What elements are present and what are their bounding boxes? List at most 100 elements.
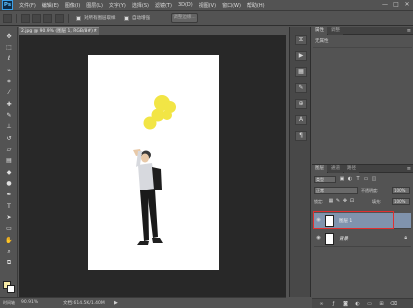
crop-icon[interactable]: ⌗ xyxy=(4,78,14,86)
blur-icon[interactable]: ◆ xyxy=(4,169,14,177)
filter-shape-icon[interactable]: ▭ xyxy=(363,176,369,183)
menu-image[interactable]: 图像(I) xyxy=(65,2,80,9)
eyedropper-icon[interactable]: ⁄ xyxy=(4,89,14,97)
document-info: 文档:614.5K/1.40M xyxy=(63,301,105,306)
auto-enhance-checkbox[interactable] xyxy=(124,16,129,21)
document-canvas[interactable] xyxy=(88,55,219,270)
tab-layers[interactable]: 图层 xyxy=(312,165,327,173)
properties-menu-icon[interactable]: ≡ xyxy=(407,27,411,35)
lock-row: 锁定: ▦ ✎ ✥ ⊡ 填充: 100% xyxy=(314,197,411,206)
add-selection-brush-icon[interactable] xyxy=(32,14,41,23)
auto-enhance-label: 自动增强 xyxy=(132,16,150,21)
brush-panel-icon[interactable]: ✎ xyxy=(295,83,307,93)
layer-row-background[interactable]: ◉ 背景 🔒︎ xyxy=(314,231,411,247)
trash-icon[interactable]: ⌫ xyxy=(390,301,397,308)
refine-edge-button[interactable]: 调整边缘... xyxy=(171,13,198,23)
opacity-input[interactable]: 100% xyxy=(392,187,410,194)
layers-menu-icon[interactable]: ≡ xyxy=(407,165,411,173)
layers-tabbar: 图层 通道 路径 ≡ xyxy=(312,165,413,173)
filter-adjust-icon[interactable]: ◐ xyxy=(347,176,353,183)
new-selection-brush-icon[interactable] xyxy=(21,14,30,23)
subtract-selection-brush-icon[interactable] xyxy=(43,14,52,23)
clone-source-icon[interactable]: ⊕ xyxy=(295,99,307,109)
close-button[interactable]: ✕ xyxy=(403,1,411,9)
layer-filter-row: 类型 ▣ ◐ T ▭ ◫ xyxy=(314,175,411,184)
menu-filter[interactable]: 滤镜(T) xyxy=(155,2,172,9)
pen-icon[interactable]: ✒ xyxy=(4,191,14,199)
layers-panel: 图层 通道 路径 ≡ 类型 ▣ ◐ T ▭ ◫ 正常 不透明度: 100% 锁定… xyxy=(312,164,413,308)
document-tab[interactable]: 2.jpg @ 90.9% (图层 1, RGB/8#) * × xyxy=(19,27,99,35)
layer-filter-select[interactable]: 类型 xyxy=(314,176,336,183)
brush-icon[interactable]: ✎ xyxy=(4,112,14,120)
new-layer-icon[interactable]: ⊞ xyxy=(378,301,385,308)
menu-help[interactable]: 帮助(H) xyxy=(247,2,265,9)
character-panel-icon[interactable]: A xyxy=(295,115,307,125)
marquee-icon[interactable]: ⬚ xyxy=(4,44,14,52)
swatches-panel-icon[interactable]: ▦ xyxy=(295,67,307,77)
filter-pixel-icon[interactable]: ▣ xyxy=(339,176,345,183)
filter-type-icon[interactable]: T xyxy=(355,176,361,183)
sample-all-layers-checkbox[interactable] xyxy=(76,16,81,21)
fill-input[interactable]: 100% xyxy=(392,198,410,205)
healing-icon[interactable]: ✚ xyxy=(4,101,14,109)
visibility-eye-icon[interactable]: ◉ xyxy=(315,235,322,242)
tab-channels[interactable]: 通道 xyxy=(328,165,343,173)
status-menu-arrow-icon[interactable]: ▶ xyxy=(114,300,118,306)
hand-icon[interactable]: ✋ xyxy=(4,237,14,245)
blend-row: 正常 不透明度: 100% xyxy=(314,186,411,195)
link-icon[interactable]: ∞ xyxy=(318,301,325,308)
lock-all-icon[interactable]: ⊡ xyxy=(349,198,355,205)
lock-label: 锁定: xyxy=(314,199,324,204)
eraser-icon[interactable]: ▱ xyxy=(4,146,14,154)
menu-edit[interactable]: 编辑(E) xyxy=(42,2,59,9)
quick-select-icon[interactable]: ⌁ xyxy=(4,67,14,75)
properties-tabbar: 属性 调整 ≡ xyxy=(312,27,413,35)
history-brush-icon[interactable]: ↺ xyxy=(4,135,14,143)
adjustment-icon[interactable]: ◐ xyxy=(354,301,361,308)
brush-size-icon[interactable] xyxy=(55,14,64,23)
history-panel-icon[interactable]: ⧖ xyxy=(295,35,307,45)
menu-window[interactable]: 窗口(W) xyxy=(222,2,241,9)
shape-icon[interactable]: ▭ xyxy=(4,225,14,233)
lasso-icon[interactable]: ℓ xyxy=(4,55,14,63)
blend-mode-select[interactable]: 正常 xyxy=(314,187,358,194)
panel-dock: ⧖ ▶ ▦ ✎ ⊕ A ¶ xyxy=(289,27,311,297)
zoom-level[interactable]: 90.91% xyxy=(21,300,38,305)
move-icon[interactable]: ✥ xyxy=(4,33,14,41)
stamp-icon[interactable]: ⊥ xyxy=(4,123,14,131)
maximize-button[interactable]: □ xyxy=(392,1,400,9)
menu-type[interactable]: 文字(Y) xyxy=(109,2,126,9)
filter-smart-icon[interactable]: ◫ xyxy=(371,176,377,183)
folder-icon[interactable]: ▭ xyxy=(366,301,373,308)
balloons-artwork xyxy=(143,95,176,130)
dodge-icon[interactable]: ● xyxy=(4,180,14,188)
actions-panel-icon[interactable]: ▶ xyxy=(295,51,307,61)
tab-paths[interactable]: 路径 xyxy=(344,165,359,173)
lock-pixels-icon[interactable]: ✎ xyxy=(335,198,341,205)
mask-icon[interactable]: ◙ xyxy=(342,301,349,308)
menu-file[interactable]: 文件(F) xyxy=(19,2,36,9)
zoom-icon[interactable]: ⌕ xyxy=(4,248,14,256)
type-icon[interactable]: T xyxy=(4,203,14,211)
minimize-button[interactable]: — xyxy=(381,1,389,9)
close-document-icon[interactable]: × xyxy=(93,28,97,35)
layer-name[interactable]: 背景 xyxy=(339,236,348,242)
tab-properties[interactable]: 属性 xyxy=(312,27,327,35)
background-color-swatch[interactable] xyxy=(7,285,15,293)
tool-preset-icon[interactable] xyxy=(3,14,12,23)
tab-adjustments[interactable]: 调整 xyxy=(328,27,343,35)
gradient-icon[interactable]: ▤ xyxy=(4,157,14,165)
lock-position-icon[interactable]: ✥ xyxy=(342,198,348,205)
path-select-icon[interactable]: ➤ xyxy=(4,214,14,222)
menu-3d[interactable]: 3D(D) xyxy=(178,2,193,8)
edit-mode-icon[interactable]: ⧉ xyxy=(4,259,14,267)
menu-view[interactable]: 视图(V) xyxy=(199,2,216,9)
timeline-label[interactable]: 时间轴 xyxy=(3,300,15,306)
lock-transparent-icon[interactable]: ▦ xyxy=(328,198,334,205)
menu-select[interactable]: 选择(S) xyxy=(132,2,149,9)
paragraph-panel-icon[interactable]: ¶ xyxy=(295,131,307,141)
fx-icon[interactable]: ƒ xyxy=(330,301,337,308)
properties-panel: 属性 调整 ≡ 无属性 xyxy=(312,27,413,163)
timeline-strip: 时间轴 xyxy=(0,297,19,308)
menu-layer[interactable]: 图层(L) xyxy=(86,2,103,9)
